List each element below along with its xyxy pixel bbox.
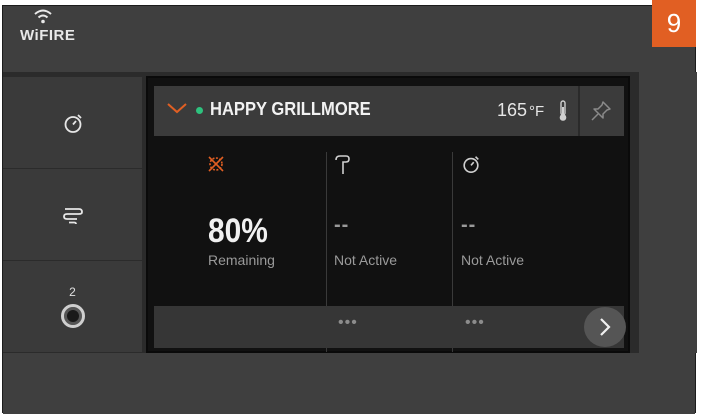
step-number-badge: 9 — [652, 0, 696, 47]
timer-icon — [463, 156, 479, 173]
grill-card: HAPPY GRILLMORE 165 °F 80% Remaining -- … — [146, 76, 630, 353]
timer-icon — [64, 113, 82, 133]
top-bar: WiFIRE — [3, 6, 695, 72]
timer-column[interactable]: -- Not Active — [453, 136, 624, 316]
probe-value: -- — [334, 214, 350, 236]
meat-probe-icon — [335, 155, 350, 174]
timer-more-dots[interactable]: ••• — [465, 314, 485, 332]
bottom-bar — [3, 353, 695, 414]
wifi-icon — [34, 9, 52, 24]
pellet-icon — [208, 156, 224, 172]
app-frame: WiFIRE 2 HAPPY GRILLMORE 165 °F 80% Rema… — [2, 5, 697, 414]
grill-name: HAPPY GRILLMORE — [210, 99, 371, 119]
card-footer: ••• ••• — [154, 306, 626, 348]
logo-text: WiFIRE — [20, 27, 76, 44]
temperature-unit: °F — [529, 103, 545, 120]
probe-number: 2 — [69, 285, 76, 299]
chevron-down-icon[interactable] — [166, 101, 188, 115]
next-page-button[interactable] — [584, 307, 626, 347]
pin-icon[interactable] — [590, 100, 612, 122]
right-panel — [639, 72, 697, 353]
probe-column[interactable]: -- Not Active — [326, 136, 451, 316]
probe-jack-icon — [60, 304, 85, 328]
smoke-icon — [62, 207, 83, 224]
grill-card-header[interactable]: HAPPY GRILLMORE 165 °F — [154, 86, 624, 136]
wifire-logo: WiFIRE — [17, 8, 87, 48]
thermometer-icon — [559, 100, 567, 121]
probe-more-dots[interactable]: ••• — [338, 314, 358, 332]
sidebar-item-probe[interactable]: 2 — [3, 261, 142, 352]
chevron-right-icon — [600, 318, 611, 336]
probe-status-label: Not Active — [334, 252, 398, 268]
pellet-column[interactable]: 80% Remaining — [154, 136, 324, 316]
pellet-level-label: Remaining — [208, 252, 275, 268]
sidebar-item-timer[interactable] — [3, 77, 142, 168]
header-divider — [578, 86, 580, 136]
grill-temperature: 165 °F — [497, 100, 545, 120]
connection-status-dot — [196, 107, 203, 114]
timer-value: -- — [461, 214, 477, 236]
sidebar: 2 — [3, 72, 144, 353]
pellet-level-value: 80% — [208, 212, 268, 250]
sidebar-item-smoke[interactable] — [3, 169, 142, 260]
timer-status-label: Not Active — [461, 252, 525, 268]
